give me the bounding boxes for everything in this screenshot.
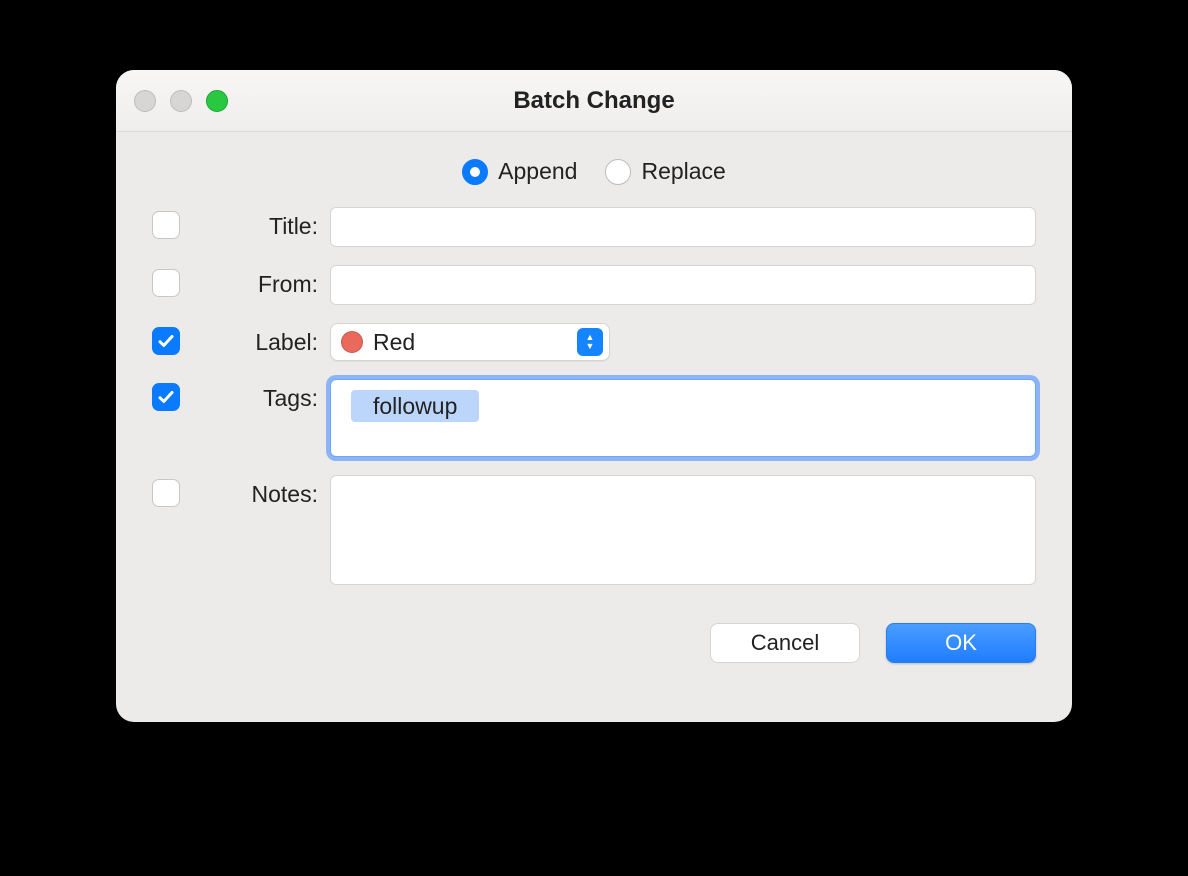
window-controls	[134, 70, 228, 131]
tags-checkbox[interactable]	[152, 383, 180, 411]
field-grid: Title: From: Label:	[152, 207, 1036, 603]
minimize-icon[interactable]	[170, 90, 192, 112]
notes-input[interactable]	[330, 475, 1036, 585]
mode-append[interactable]: Append	[462, 158, 577, 185]
cancel-button[interactable]: Cancel	[710, 623, 860, 663]
tags-input[interactable]: followup	[330, 379, 1036, 457]
radio-label: Replace	[641, 158, 725, 185]
mode-radio-group: Append Replace	[152, 158, 1036, 185]
from-input[interactable]	[330, 265, 1036, 305]
tag-chip[interactable]: followup	[351, 390, 479, 422]
radio-label: Append	[498, 158, 577, 185]
notes-label: Notes:	[198, 475, 318, 585]
from-label: From:	[198, 265, 318, 305]
close-icon[interactable]	[134, 90, 156, 112]
label-label: Label:	[198, 323, 318, 361]
notes-checkbox[interactable]	[152, 479, 180, 507]
dialog-title: Batch Change	[513, 87, 674, 115]
dialog-window: Batch Change Append Replace Title:	[116, 70, 1072, 722]
ok-button[interactable]: OK	[886, 623, 1036, 663]
label-select[interactable]: Red	[330, 323, 610, 361]
radio-icon	[462, 159, 488, 185]
label-select-value: Red	[373, 329, 415, 356]
tags-chips: followup	[341, 380, 1025, 432]
radio-icon	[605, 159, 631, 185]
mode-replace[interactable]: Replace	[605, 158, 725, 185]
zoom-icon[interactable]	[206, 90, 228, 112]
from-checkbox[interactable]	[152, 269, 180, 297]
label-checkbox[interactable]	[152, 327, 180, 355]
dialog-body: Append Replace Title: From:	[116, 132, 1072, 687]
tags-label: Tags:	[198, 379, 318, 457]
chevron-up-down-icon	[577, 328, 603, 356]
title-input[interactable]	[330, 207, 1036, 247]
color-swatch-icon	[341, 331, 363, 353]
titlebar: Batch Change	[116, 70, 1072, 132]
dialog-footer: Cancel OK	[152, 623, 1036, 663]
title-label: Title:	[198, 207, 318, 247]
title-checkbox[interactable]	[152, 211, 180, 239]
